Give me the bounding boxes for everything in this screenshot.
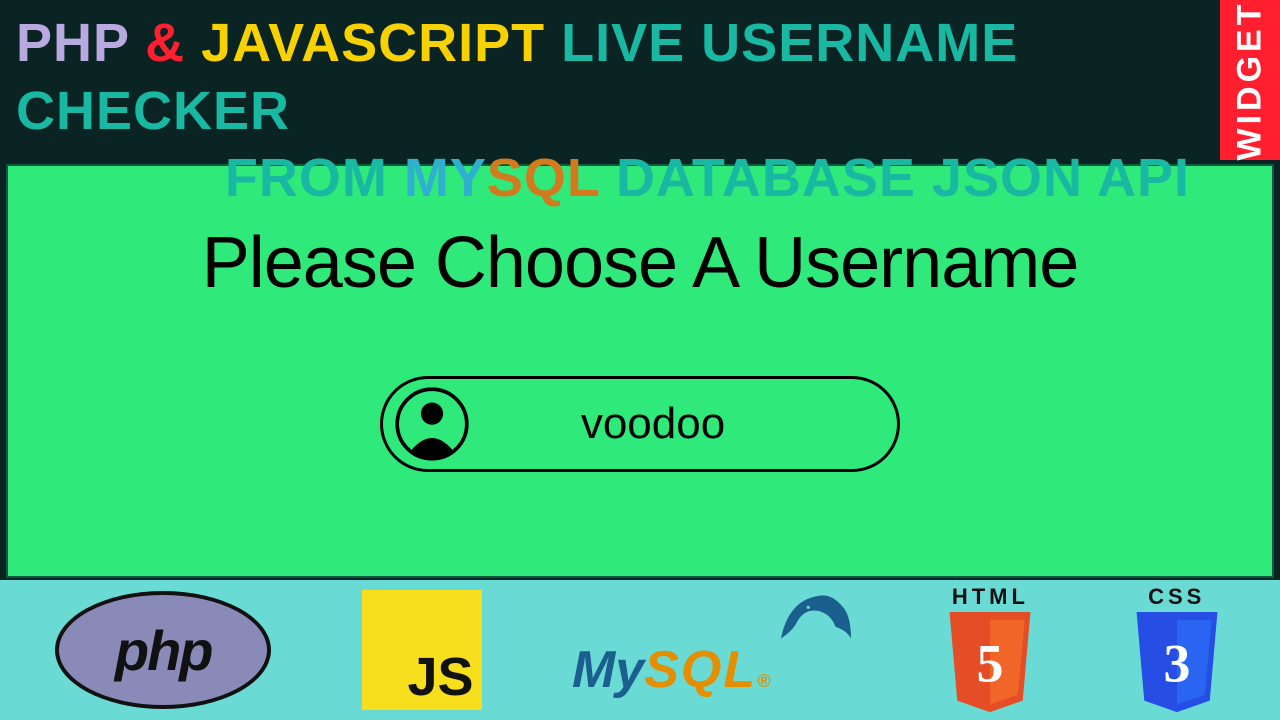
widget-badge: WIDGET <box>1220 0 1280 160</box>
widget-badge-text: WIDGET <box>1231 0 1270 160</box>
mysql-sql: SQL <box>644 641 757 699</box>
title-line-2: FROM MYSQL DATABASE JSON API <box>10 145 1270 213</box>
mysql-reg: ® <box>757 671 770 691</box>
title-word-from: FROM <box>225 148 388 208</box>
css3-label: CSS <box>1148 584 1205 610</box>
title-word-my: MY <box>404 148 487 208</box>
username-input[interactable]: voodoo <box>380 376 900 472</box>
title-word-sql: SQL <box>487 148 600 208</box>
css3-logo: CSS 3 <box>1129 584 1225 716</box>
php-logo: php <box>55 591 271 709</box>
js-logo-icon: JS <box>362 590 482 710</box>
html5-number: 5 <box>977 633 1004 693</box>
user-icon <box>395 387 469 461</box>
mysql-my: My <box>572 641 644 699</box>
title-amp: & <box>145 13 185 73</box>
title-word-php: PHP <box>16 13 129 73</box>
mysql-logo: MySQL® <box>572 590 852 710</box>
html5-logo: HTML 5 <box>942 584 1038 716</box>
tech-logos: php JS MySQL® HTML 5 CSS <box>0 580 1280 720</box>
js-logo: JS <box>362 590 482 710</box>
js-logo-text: JS <box>408 646 474 708</box>
mysql-logo-text: MySQL® <box>572 640 770 700</box>
html5-shield-icon: 5 <box>942 612 1038 716</box>
title-line-1: PHP & JAVASCRIPT LIVE USERNAME CHECKER <box>10 10 1270 145</box>
prompt-text: Please Choose A Username <box>202 222 1079 304</box>
css3-number: 3 <box>1163 633 1190 693</box>
php-logo-icon: php <box>55 591 271 709</box>
title-word-js: JAVASCRIPT <box>201 13 545 73</box>
html5-label: HTML <box>952 584 1029 610</box>
username-value: voodoo <box>469 399 897 449</box>
username-panel: Please Choose A Username voodoo <box>6 164 1274 578</box>
dolphin-icon <box>776 584 856 654</box>
php-logo-text: php <box>115 618 212 683</box>
title-rest-2: DATABASE JSON API <box>616 148 1190 208</box>
css3-shield-icon: 3 <box>1129 612 1225 716</box>
header: PHP & JAVASCRIPT LIVE USERNAME CHECKER F… <box>0 0 1280 160</box>
